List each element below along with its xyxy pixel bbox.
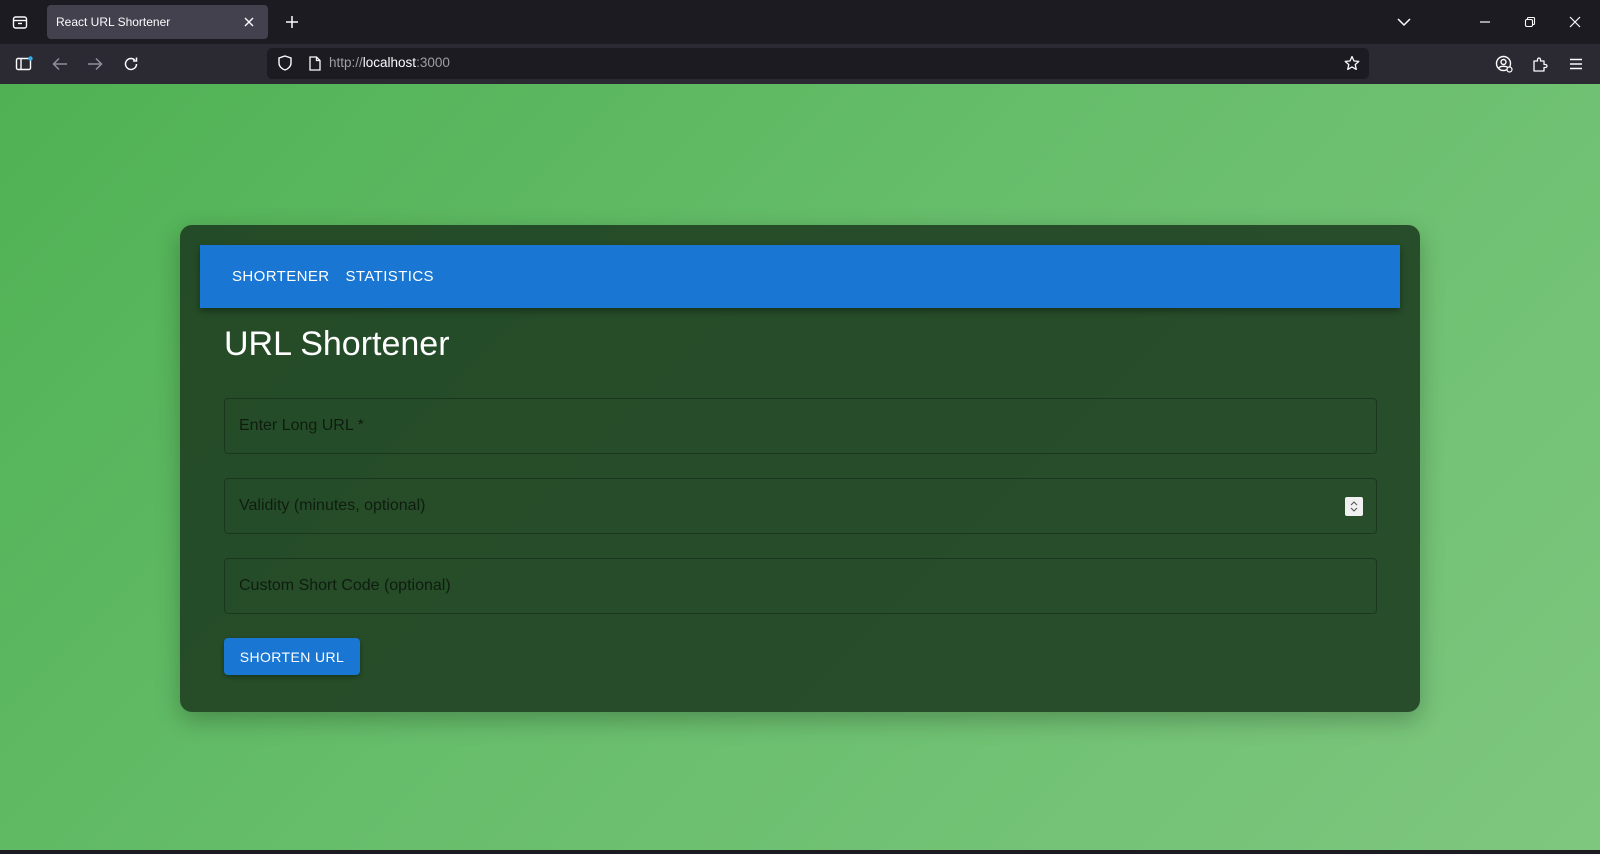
arrow-left-icon bbox=[52, 57, 67, 71]
page-info-icon[interactable] bbox=[304, 52, 326, 74]
tab-overview-icon bbox=[12, 16, 28, 29]
shield-icon[interactable] bbox=[274, 52, 296, 74]
address-bar[interactable]: http://localhost:3000 bbox=[267, 48, 1369, 79]
new-tab-button[interactable] bbox=[279, 9, 305, 35]
long-url-input[interactable] bbox=[225, 399, 1376, 453]
sidebar-toggle-button[interactable] bbox=[10, 50, 38, 78]
validity-input[interactable] bbox=[225, 479, 1376, 533]
shorten-url-button[interactable]: SHORTEN URL bbox=[224, 638, 360, 675]
close-icon bbox=[244, 17, 254, 27]
reload-icon bbox=[124, 57, 138, 71]
restore-icon bbox=[1524, 16, 1536, 28]
browser-toolbar: http://localhost:3000 bbox=[0, 44, 1600, 84]
list-all-tabs-button[interactable] bbox=[1390, 9, 1418, 35]
reload-button[interactable] bbox=[117, 50, 145, 78]
minimize-icon bbox=[1480, 21, 1490, 23]
app-menu-button[interactable] bbox=[1562, 50, 1590, 78]
short-code-input[interactable] bbox=[225, 559, 1376, 613]
url-host: localhost bbox=[362, 55, 417, 70]
spinner-arrows-icon bbox=[1350, 501, 1358, 512]
tab-title: React URL Shortener bbox=[56, 15, 171, 29]
page-title: URL Shortener bbox=[224, 325, 450, 363]
account-button[interactable] bbox=[1490, 50, 1518, 78]
main-card: SHORTENER STATISTICS URL Shortener SHORT… bbox=[180, 225, 1420, 712]
sidebar-icon bbox=[15, 56, 33, 71]
hamburger-icon bbox=[1570, 58, 1582, 70]
validity-field bbox=[224, 478, 1377, 534]
window-close-button[interactable] bbox=[1558, 7, 1592, 37]
chevron-down-icon bbox=[1397, 18, 1411, 27]
url-port: :3000 bbox=[416, 55, 450, 70]
window-bottom-edge bbox=[0, 850, 1600, 854]
account-icon bbox=[1495, 55, 1513, 73]
long-url-field bbox=[224, 398, 1377, 454]
window-restore-button[interactable] bbox=[1513, 7, 1547, 37]
puzzle-icon bbox=[1533, 57, 1548, 72]
forward-button[interactable] bbox=[81, 50, 109, 78]
extensions-button[interactable] bbox=[1526, 50, 1554, 78]
app-bar: SHORTENER STATISTICS bbox=[200, 245, 1400, 308]
nav-link-statistics[interactable]: STATISTICS bbox=[338, 262, 442, 291]
tab-overview-button[interactable] bbox=[6, 9, 34, 35]
tab-close-button[interactable] bbox=[239, 12, 259, 32]
url-scheme: http:// bbox=[329, 55, 363, 70]
window-minimize-button[interactable] bbox=[1468, 7, 1502, 37]
arrow-right-icon bbox=[88, 57, 103, 71]
number-spinner[interactable] bbox=[1345, 497, 1363, 516]
close-icon bbox=[1569, 16, 1581, 28]
url-text: http://localhost:3000 bbox=[329, 55, 450, 70]
short-code-field bbox=[224, 558, 1377, 614]
back-button[interactable] bbox=[46, 50, 74, 78]
page-background: SHORTENER STATISTICS URL Shortener SHORT… bbox=[0, 84, 1600, 854]
nav-link-shortener[interactable]: SHORTENER bbox=[224, 262, 338, 291]
plus-icon bbox=[286, 16, 298, 28]
browser-tab-active[interactable]: React URL Shortener bbox=[47, 5, 268, 39]
browser-tab-bar: React URL Shortener bbox=[0, 0, 1600, 44]
bookmark-star-icon[interactable] bbox=[1341, 52, 1363, 74]
